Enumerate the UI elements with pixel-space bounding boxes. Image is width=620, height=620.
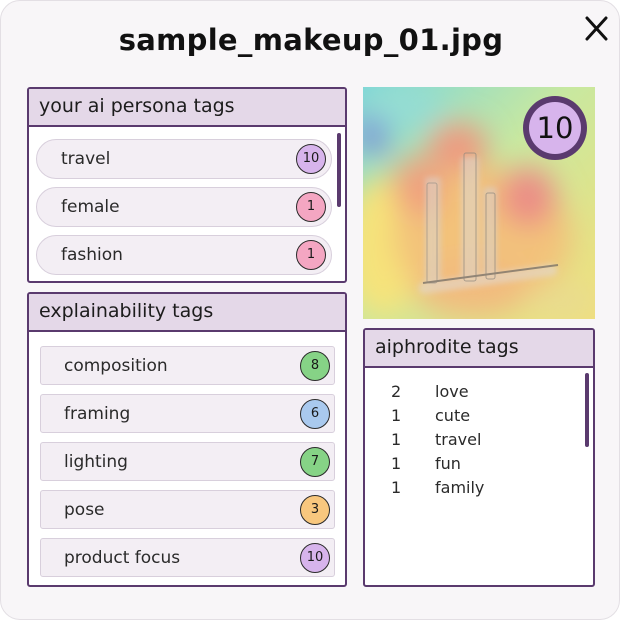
persona-tag-fashion[interactable]: fashion 1	[36, 235, 332, 275]
tag-label: lighting	[64, 452, 128, 472]
explain-tag-framing[interactable]: framing 6	[40, 394, 335, 433]
tag-count-badge: 1	[296, 240, 326, 270]
aiphrodite-tag-row: 2 love	[391, 382, 469, 401]
tag-label: product focus	[64, 548, 181, 568]
tag-count: 1	[391, 454, 402, 473]
tag-count-badge: 10	[296, 144, 326, 174]
tag-label: cute	[435, 406, 471, 425]
tag-label: family	[435, 478, 485, 497]
tag-count: 1	[391, 406, 402, 425]
tag-count-badge: 3	[300, 495, 330, 525]
tag-count: 2	[391, 382, 402, 401]
aiphrodite-tags-header: aiphrodite tags	[365, 330, 593, 368]
tag-label: female	[61, 197, 120, 217]
explainability-tags-panel: explainability tags composition 8 framin…	[27, 292, 347, 587]
tag-count: 1	[391, 478, 402, 497]
explainability-tags-header: explainability tags	[29, 294, 345, 332]
tag-label: fun	[435, 454, 461, 473]
tag-count-badge: 1	[296, 192, 326, 222]
aiphrodite-scrollbar[interactable]	[585, 373, 589, 447]
close-icon[interactable]	[579, 11, 615, 47]
persona-tag-travel[interactable]: travel 10	[36, 139, 332, 179]
explain-tag-lighting[interactable]: lighting 7	[40, 442, 335, 481]
tag-count-badge: 7	[300, 447, 330, 477]
explain-tag-pose[interactable]: pose 3	[40, 490, 335, 529]
persona-tag-female[interactable]: female 1	[36, 187, 332, 227]
aiphrodite-tags-panel: aiphrodite tags 2 love 1 cute 1 travel 1 fun…	[363, 328, 595, 587]
tag-label: composition	[64, 356, 168, 376]
tag-count-badge: 8	[300, 351, 330, 381]
persona-scrollbar[interactable]	[337, 133, 341, 207]
tag-label: travel	[61, 149, 111, 169]
tag-count-badge: 6	[300, 399, 330, 429]
page-title: sample_makeup_01.jpg	[118, 23, 504, 57]
score-value: 10	[529, 102, 581, 154]
persona-tags-panel: your ai persona tags travel 10 female 1 …	[27, 87, 347, 283]
tag-count-badge: 10	[300, 543, 330, 573]
explain-tag-composition[interactable]: composition 8	[40, 346, 335, 385]
aiphrodite-tag-row: 1 fun	[391, 454, 461, 473]
persona-tags-list[interactable]: travel 10 female 1 fashion 1	[29, 127, 345, 281]
score-badge: 10	[523, 96, 587, 160]
aiphrodite-tag-row: 1 travel	[391, 430, 481, 449]
explain-tag-product-focus[interactable]: product focus 10	[40, 538, 335, 577]
tag-label: framing	[64, 404, 131, 424]
tag-detail-modal: sample_makeup_01.jpg your ai persona tag…	[0, 0, 620, 620]
tag-label: travel	[435, 430, 482, 449]
tag-count: 1	[391, 430, 402, 449]
persona-tags-header: your ai persona tags	[29, 89, 345, 127]
aiphrodite-tag-row: 1 family	[391, 478, 484, 497]
tag-label: pose	[64, 500, 105, 520]
aiphrodite-tag-row: 1 cute	[391, 406, 470, 425]
tag-label: love	[435, 382, 469, 401]
tag-label: fashion	[61, 245, 123, 265]
